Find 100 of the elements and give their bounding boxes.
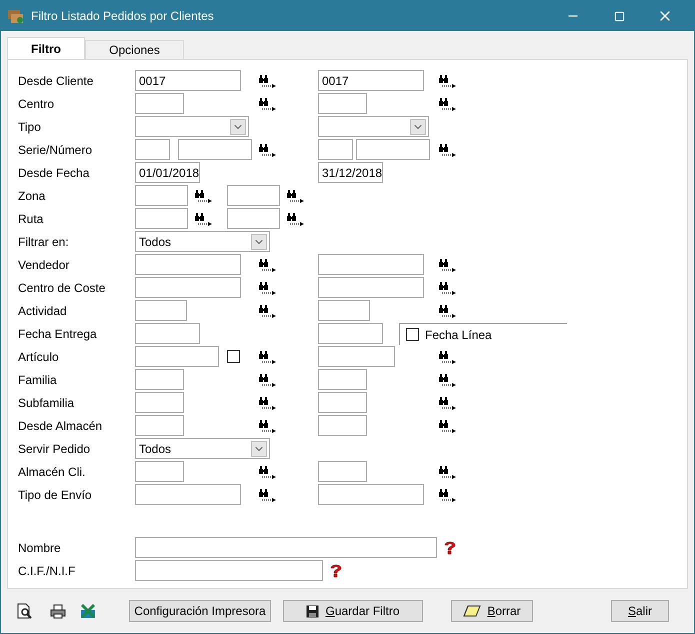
binoculars-icon[interactable] — [439, 280, 457, 294]
binoculars-icon[interactable] — [259, 372, 277, 386]
text-field[interactable] — [318, 484, 424, 505]
text-field[interactable] — [135, 369, 184, 390]
binoculars-icon[interactable] — [287, 212, 305, 226]
binoculars-icon[interactable] — [439, 464, 457, 478]
text-field[interactable] — [178, 139, 252, 160]
dropdown[interactable] — [135, 116, 249, 137]
boxes-icon — [7, 8, 25, 24]
field-label: Centro — [18, 96, 56, 112]
field-label: Desde Fecha — [18, 164, 90, 182]
chevron-down-icon — [251, 234, 267, 250]
binoculars-icon[interactable] — [259, 142, 277, 156]
text-field[interactable] — [135, 277, 241, 298]
binoculars-icon[interactable] — [259, 396, 277, 410]
text-field[interactable]: 01/01/2018 — [135, 162, 200, 183]
chevron-down-icon — [410, 118, 426, 134]
text-field[interactable] — [318, 277, 424, 298]
action-button[interactable]: Salir — [611, 600, 669, 622]
binoculars-icon[interactable] — [439, 372, 457, 386]
text-field[interactable] — [135, 537, 437, 558]
dropdown[interactable] — [318, 116, 429, 137]
binoculars-icon[interactable] — [259, 304, 277, 318]
field-label: Vendedor — [18, 256, 70, 274]
text-field[interactable]: 0017 — [318, 70, 424, 91]
tab[interactable]: Opciones — [85, 40, 184, 59]
dropdown[interactable]: Todos — [135, 231, 270, 252]
field-label: Nombre — [18, 540, 62, 556]
text-field[interactable] — [135, 185, 188, 206]
text-field[interactable] — [135, 415, 184, 436]
field-label: Centro de Coste — [18, 280, 106, 296]
text-field[interactable] — [318, 300, 370, 321]
field-label: Subfamilia — [18, 394, 76, 412]
chevron-down-icon — [251, 440, 267, 456]
text-field[interactable] — [318, 461, 367, 482]
text-field[interactable] — [135, 461, 184, 482]
text-field[interactable] — [135, 139, 170, 160]
field-label: Filtrar en: — [18, 234, 70, 250]
field-label: C.I.F./N.I.F — [18, 562, 76, 580]
text-field[interactable] — [227, 208, 280, 229]
text-field[interactable] — [318, 254, 424, 275]
binoculars-icon[interactable] — [439, 96, 457, 110]
field-label: Familia — [18, 372, 58, 388]
binoculars-icon[interactable] — [259, 464, 277, 478]
text-field[interactable] — [318, 323, 383, 344]
binoculars-icon[interactable] — [195, 188, 213, 202]
print-preview-icon[interactable] — [17, 603, 33, 619]
checkbox[interactable] — [227, 350, 240, 363]
binoculars-icon[interactable] — [439, 350, 457, 364]
text-field[interactable] — [318, 93, 367, 114]
text-field[interactable] — [135, 484, 241, 505]
text-field[interactable] — [318, 415, 367, 436]
text-field[interactable] — [318, 369, 367, 390]
text-field[interactable] — [135, 208, 188, 229]
binoculars-icon[interactable] — [259, 74, 277, 88]
binoculars-icon[interactable] — [439, 304, 457, 318]
binoculars-icon[interactable] — [259, 280, 277, 294]
tab[interactable]: Filtro — [7, 37, 85, 59]
text-field[interactable] — [135, 93, 184, 114]
dropdown[interactable]: Todos — [135, 438, 270, 459]
binoculars-icon[interactable] — [439, 488, 457, 502]
binoculars-icon[interactable] — [195, 212, 213, 226]
binoculars-icon[interactable] — [439, 396, 457, 410]
text-field[interactable] — [318, 392, 367, 413]
question-mark-icon[interactable] — [329, 564, 343, 578]
text-field[interactable] — [135, 392, 184, 413]
text-field[interactable] — [135, 560, 323, 581]
binoculars-icon[interactable] — [439, 142, 457, 156]
text-field[interactable] — [135, 300, 187, 321]
spreadsheet-export-icon[interactable] — [80, 604, 96, 618]
checkbox-label: Fecha Línea — [425, 326, 492, 344]
binoculars-icon[interactable] — [259, 96, 277, 110]
binoculars-icon[interactable] — [259, 350, 277, 364]
eraser-icon — [463, 605, 482, 617]
binoculars-icon[interactable] — [439, 258, 457, 272]
text-field[interactable] — [135, 254, 241, 275]
binoculars-icon[interactable] — [259, 258, 277, 272]
binoculars-icon[interactable] — [259, 418, 277, 432]
field-label: Tipo — [18, 118, 42, 136]
field-label: Actividad — [18, 302, 68, 320]
text-field[interactable] — [135, 346, 219, 367]
printer-icon[interactable] — [50, 604, 66, 618]
text-field[interactable] — [318, 139, 353, 160]
text-field[interactable]: 31/12/2018 — [318, 162, 383, 183]
binoculars-icon[interactable] — [287, 188, 305, 202]
text-field[interactable] — [318, 346, 395, 367]
binoculars-icon[interactable] — [439, 418, 457, 432]
binoculars-icon[interactable] — [259, 488, 277, 502]
field-label: Desde Almacén — [18, 418, 104, 434]
action-button[interactable]: Guardar Filtro — [283, 600, 423, 622]
field-label: Desde Cliente — [18, 72, 94, 90]
binoculars-icon[interactable] — [439, 74, 457, 88]
action-button[interactable]: Configuración Impresora — [129, 600, 271, 622]
text-field[interactable] — [227, 185, 280, 206]
text-field[interactable]: 0017 — [135, 70, 241, 91]
text-field[interactable] — [356, 139, 430, 160]
question-mark-icon[interactable] — [443, 540, 457, 554]
action-button[interactable]: Borrar — [451, 600, 533, 622]
text-field[interactable] — [135, 323, 200, 344]
checkbox[interactable] — [406, 328, 419, 341]
